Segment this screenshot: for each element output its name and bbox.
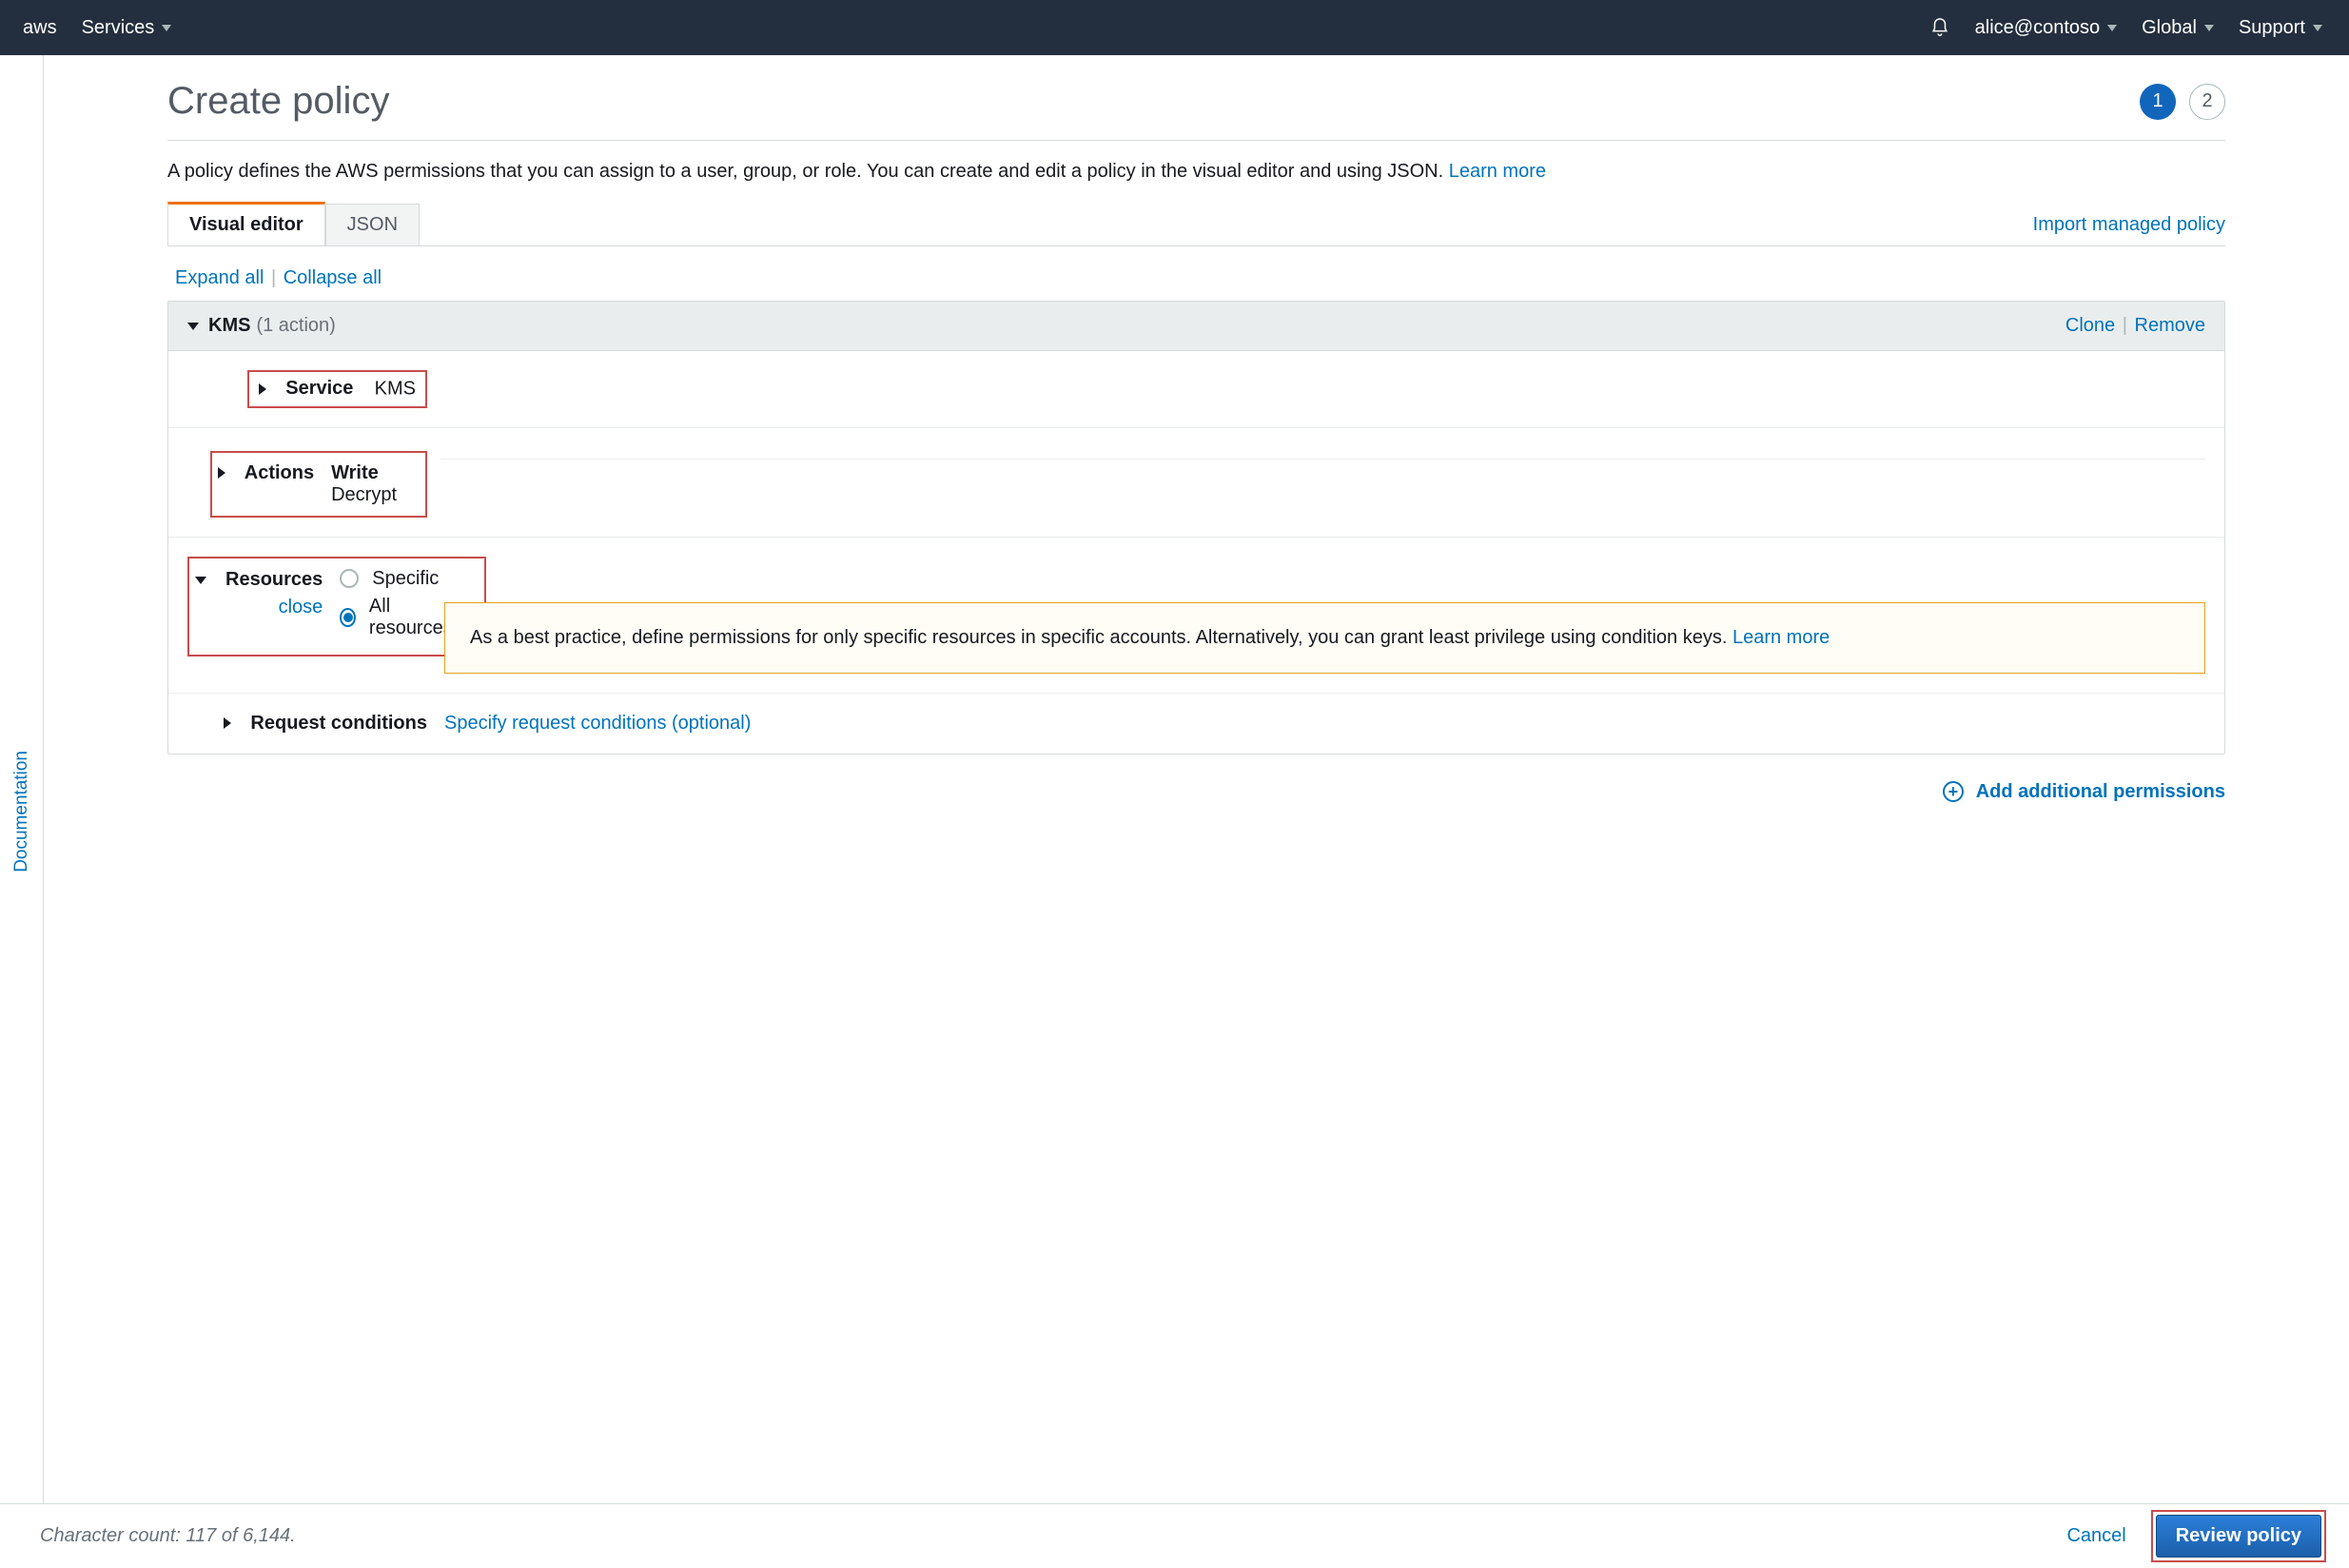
caret-right-icon xyxy=(224,717,231,729)
callout-learn-more-link[interactable]: Learn more xyxy=(1732,627,1830,648)
expand-all-link[interactable]: Expand all xyxy=(175,267,264,288)
import-managed-policy-link[interactable]: Import managed policy xyxy=(2033,214,2225,245)
permission-header[interactable]: KMS (1 action) Clone | Remove xyxy=(168,302,2224,351)
page-title: Create policy xyxy=(167,80,389,123)
tab-visual-editor[interactable]: Visual editor xyxy=(167,202,325,245)
character-count: Character count: 117 of 6,144. xyxy=(40,1525,296,1547)
caret-down-icon xyxy=(187,323,199,330)
review-policy-button[interactable]: Review policy xyxy=(2156,1515,2321,1558)
resources-close-link[interactable]: close xyxy=(195,597,323,618)
intro-learn-more-link[interactable]: Learn more xyxy=(1449,161,1546,182)
add-permissions-label: Add additional permissions xyxy=(1976,781,2225,802)
documentation-label: Documentation xyxy=(11,751,32,872)
resources-label: Resources xyxy=(225,569,323,591)
wizard-step-1[interactable]: 1 xyxy=(2140,84,2176,120)
permission-action-count: (1 action) xyxy=(256,315,335,337)
aws-logo[interactable]: aws xyxy=(23,17,57,39)
best-practice-callout: As a best practice, define permissions f… xyxy=(444,602,2205,674)
wizard-steps: 1 2 xyxy=(2140,84,2225,120)
caret-right-icon xyxy=(259,383,266,395)
services-label: Services xyxy=(82,17,155,39)
chevron-down-icon xyxy=(2107,25,2117,31)
chevron-down-icon xyxy=(162,25,171,31)
documentation-side-tab[interactable]: Documentation xyxy=(0,55,44,1568)
tab-json[interactable]: JSON xyxy=(325,204,420,245)
clone-link[interactable]: Clone xyxy=(2065,315,2115,336)
resources-toggle[interactable]: Resources xyxy=(195,569,323,591)
actions-toggle[interactable]: Actions xyxy=(218,462,314,484)
radio-specific[interactable] xyxy=(340,569,359,588)
services-menu[interactable]: Services xyxy=(82,17,172,39)
conditions-link[interactable]: Specify request conditions (optional) xyxy=(444,713,751,734)
cancel-button[interactable]: Cancel xyxy=(2066,1525,2125,1547)
support-label: Support xyxy=(2239,17,2305,39)
service-toggle[interactable]: Service xyxy=(259,378,353,400)
service-label: Service xyxy=(285,378,353,400)
intro-text: A policy defines the AWS permissions tha… xyxy=(167,158,2225,185)
permission-block: KMS (1 action) Clone | Remove Service xyxy=(167,301,2225,755)
separator: | xyxy=(271,267,276,288)
account-label: alice@contoso xyxy=(1975,17,2100,39)
radio-specific-label: Specific xyxy=(372,568,439,590)
actions-category: Write xyxy=(331,462,379,483)
row-service: Service KMS xyxy=(168,351,2224,428)
row-conditions: Request conditions Specify request condi… xyxy=(168,694,2224,755)
actions-item: Decrypt xyxy=(331,484,397,505)
permission-service-name: KMS xyxy=(208,315,250,337)
collapse-all-link[interactable]: Collapse all xyxy=(284,267,382,288)
chevron-down-icon xyxy=(2204,25,2214,31)
plus-icon: + xyxy=(1943,781,1964,802)
region-label: Global xyxy=(2142,17,2197,39)
conditions-toggle[interactable]: Request conditions xyxy=(224,713,427,735)
expand-collapse-toolbar: Expand all | Collapse all xyxy=(175,267,2225,289)
caret-right-icon xyxy=(218,467,225,479)
row-actions: Actions Write Decrypt xyxy=(168,428,2224,538)
region-menu[interactable]: Global xyxy=(2142,17,2214,39)
radio-all-resources[interactable] xyxy=(340,608,356,627)
caret-down-icon xyxy=(195,577,206,584)
conditions-label: Request conditions xyxy=(250,713,427,735)
divider xyxy=(167,140,2225,141)
page-body: Create policy 1 2 A policy defines the A… xyxy=(44,55,2349,908)
wizard-step-2[interactable]: 2 xyxy=(2189,84,2225,120)
footer-bar: Character count: 117 of 6,144. Cancel Re… xyxy=(0,1503,2349,1568)
remove-link[interactable]: Remove xyxy=(2135,315,2205,336)
editor-tabs: Visual editor JSON Import managed policy xyxy=(167,202,2225,246)
radio-all-resources-label: All resources xyxy=(369,596,456,639)
top-nav: aws Services alice@contoso Global Suppor… xyxy=(0,0,2349,55)
support-menu[interactable]: Support xyxy=(2239,17,2322,39)
service-value: KMS xyxy=(375,379,416,400)
row-resources: Resources close Specific All resou xyxy=(168,538,2224,694)
separator: | xyxy=(2123,315,2127,336)
account-menu[interactable]: alice@contoso xyxy=(1975,17,2117,39)
actions-label: Actions xyxy=(245,462,314,484)
add-permissions-link[interactable]: + Add additional permissions xyxy=(1943,781,2225,802)
callout-text: As a best practice, define permissions f… xyxy=(470,627,1732,648)
chevron-down-icon xyxy=(2313,25,2322,31)
notifications-icon[interactable] xyxy=(1929,17,1950,38)
intro-copy: A policy defines the AWS permissions tha… xyxy=(167,161,1449,182)
